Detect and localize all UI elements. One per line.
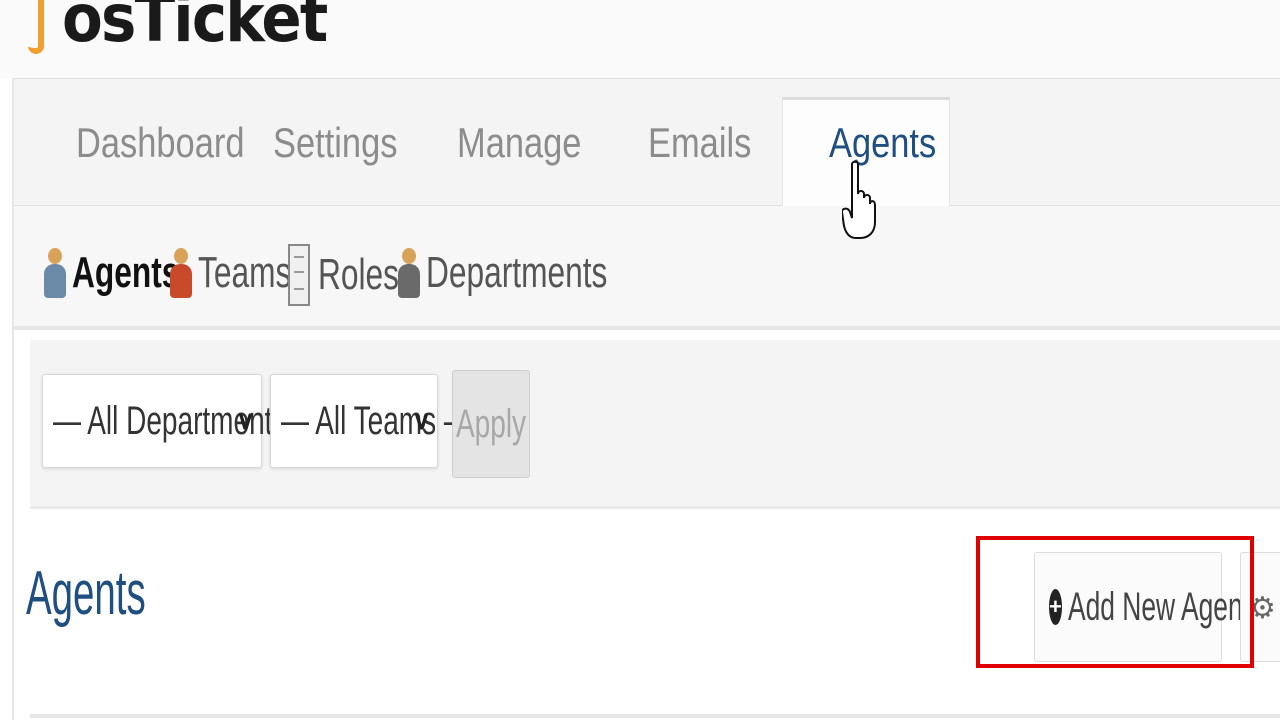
chevron-down-icon: ∨: [235, 405, 255, 435]
roles-icon: [288, 244, 310, 306]
agent-icon: [44, 244, 66, 302]
logo-mark-icon: [22, 0, 44, 54]
content-divider: [30, 714, 1280, 718]
tab-settings[interactable]: Settings: [273, 119, 397, 167]
team-select[interactable]: — All Teams — ∨: [270, 374, 472, 468]
team-select-value: — All Teams —: [281, 398, 472, 443]
highlight-annotation-box: [976, 536, 1254, 668]
department-select[interactable]: — All Departments — ∨: [42, 374, 322, 468]
subnav-item-label: Teams: [198, 248, 292, 297]
subnav-item-label: Departments: [426, 248, 608, 297]
departments-icon: [398, 244, 420, 302]
apply-button-label: Apply: [455, 401, 527, 446]
tab-dashboard[interactable]: Dashboard: [76, 119, 244, 167]
subnav-item-departments[interactable]: Departments: [398, 244, 678, 302]
chevron-down-icon: ∨: [411, 405, 431, 435]
filter-bar: — All Departments — ∨ — All Teams — ∨ Ap…: [30, 340, 1280, 509]
subnav-item-label: Roles: [318, 250, 399, 299]
sub-nav: Agents Teams Roles Departments: [14, 206, 1280, 330]
tab-emails[interactable]: Emails: [648, 119, 751, 167]
logo[interactable]: osTicket: [22, 0, 356, 57]
main-nav: Dashboard Settings Manage Emails Agents: [14, 78, 1280, 210]
header: osTicket: [0, 0, 1280, 78]
subnav-item-label: Agents: [72, 248, 180, 297]
teams-icon: [170, 244, 192, 302]
apply-button[interactable]: Apply: [452, 370, 530, 478]
page-title: Agents: [26, 559, 146, 628]
tab-manage[interactable]: Manage: [457, 119, 581, 167]
hand-cursor-icon: [842, 160, 876, 239]
logo-text: osTicket: [62, 0, 328, 57]
